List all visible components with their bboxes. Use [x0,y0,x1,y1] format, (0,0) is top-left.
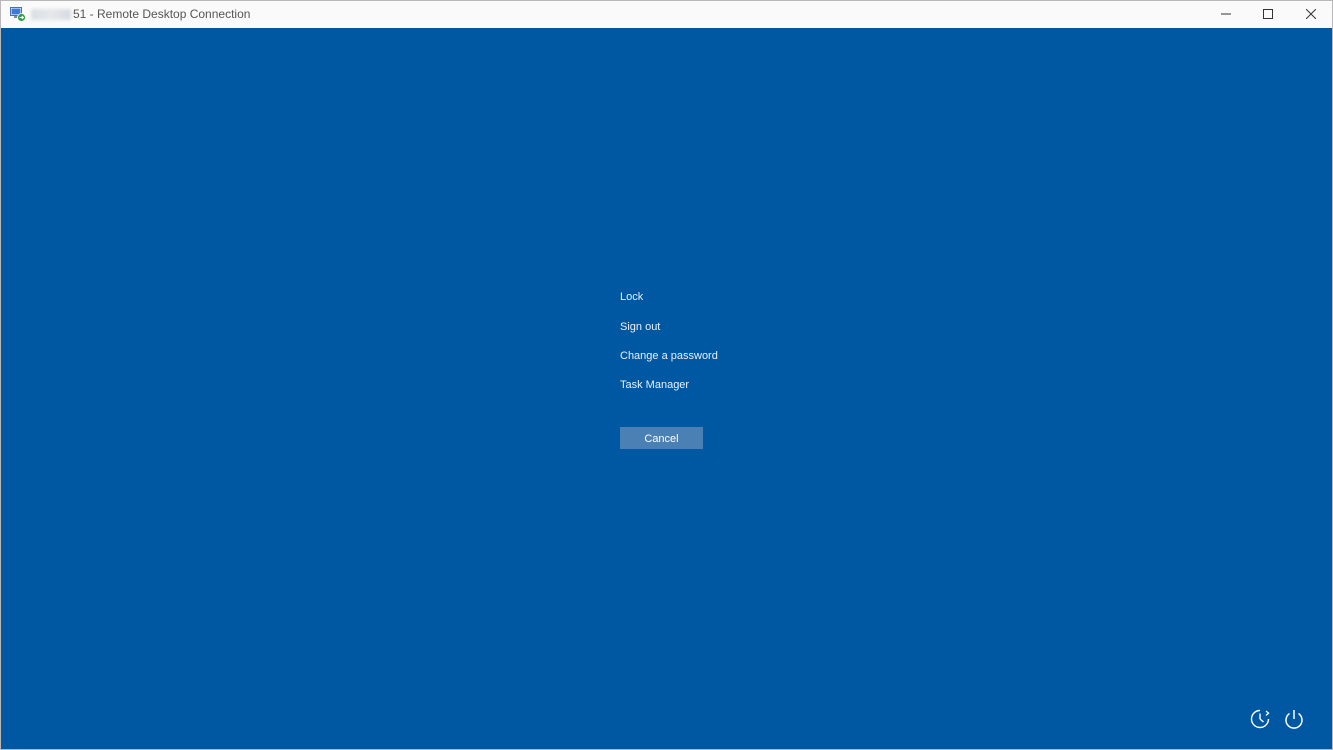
redacted-host-name [31,9,71,20]
security-options-screen: Lock Sign out Change a password Task Man… [1,28,1332,749]
minimize-icon [1221,6,1231,24]
minimize-button[interactable] [1204,1,1248,28]
task-manager-option[interactable]: Task Manager [620,379,689,391]
window-title-text: 51 - Remote Desktop Connection [73,7,251,21]
accessibility-icon[interactable] [1249,708,1271,730]
lock-option[interactable]: Lock [620,291,643,303]
cancel-button[interactable]: Cancel [620,427,703,449]
maximize-button[interactable] [1246,1,1290,28]
power-icon[interactable] [1283,708,1305,730]
remote-desktop-window: 51 - Remote Desktop Connection Lock Sign… [0,0,1333,750]
close-button[interactable] [1289,1,1333,28]
maximize-icon [1263,6,1273,24]
sign-out-option[interactable]: Sign out [620,321,660,333]
change-password-option[interactable]: Change a password [620,350,718,362]
window-title: 51 - Remote Desktop Connection [31,1,250,28]
title-bar[interactable]: 51 - Remote Desktop Connection [1,1,1332,28]
close-icon [1305,6,1317,24]
remote-desktop-icon [10,7,26,22]
